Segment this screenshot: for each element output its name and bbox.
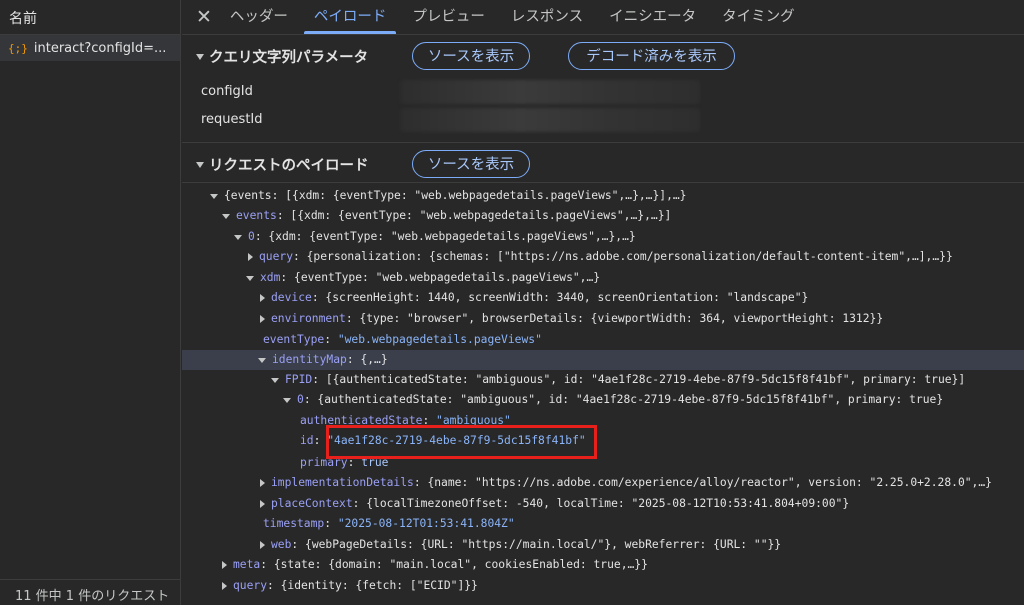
tree-row-meta[interactable]: meta: {state: {domain: "main.local", coo…: [222, 555, 648, 575]
tree-row-fpid[interactable]: FPID: [{authenticatedState: "ambiguous",…: [271, 370, 965, 390]
tab-response[interactable]: レスポンス: [511, 0, 583, 34]
request-detail-panel: ✕ ヘッダー ペイロード プレビュー レスポンス イニシエータ タイミング クエ…: [182, 0, 1024, 605]
tree-row-xdm[interactable]: xdm: {eventType: "web.webpagedetails.pag…: [246, 268, 600, 288]
expanded-triangle-icon: [246, 275, 254, 281]
tree-row-events[interactable]: events: [{xdm: {eventType: "web.webpaged…: [222, 206, 671, 226]
payload-title: リクエストのペイロード: [209, 158, 369, 174]
tree-row-device[interactable]: device: {screenHeight: 1440, screenWidth…: [260, 288, 808, 308]
tree-row-timestamp[interactable]: timestamp: "2025-08-12T01:53:41.804Z": [263, 514, 515, 534]
caret-down-icon: [196, 161, 204, 168]
section-divider: [182, 182, 1024, 183]
query-params-title: クエリ文字列パラメータ: [209, 50, 369, 66]
section-divider: [182, 142, 1024, 143]
collapsed-triangle-icon: [222, 561, 227, 569]
tree-row-root[interactable]: {events: [{xdm: {eventType: "web.webpage…: [210, 186, 687, 206]
expanded-triangle-icon: [222, 213, 230, 219]
close-icon[interactable]: ✕: [196, 7, 212, 27]
tab-initiator[interactable]: イニシエータ: [609, 0, 696, 34]
tab-timing[interactable]: タイミング: [722, 0, 795, 34]
request-list-panel: 名前 {;} interact?configId=... 11 件中 1 件のリ…: [0, 0, 181, 605]
tree-row-implementationdetails[interactable]: implementationDetails: {name: "https://n…: [260, 473, 992, 493]
detail-tab-bar: ✕ ヘッダー ペイロード プレビュー レスポンス イニシエータ タイミング: [182, 0, 1024, 35]
name-column-header[interactable]: 名前: [0, 0, 180, 35]
redacted-value: [400, 108, 700, 132]
collapsed-triangle-icon: [222, 582, 227, 590]
collapsed-triangle-icon: [260, 500, 265, 508]
tree-row-query[interactable]: query: {personalization: {schemas: ["htt…: [248, 247, 953, 267]
tree-row-query-root[interactable]: query: {identity: {fetch: ["ECID"]}}: [222, 576, 478, 596]
tree-row-environment[interactable]: environment: {type: "browser", browserDe…: [260, 309, 883, 329]
collapsed-triangle-icon: [260, 294, 265, 302]
expanded-triangle-icon: [258, 357, 266, 363]
param-name-configid: configId: [201, 84, 253, 99]
xhr-icon: {;}: [8, 41, 28, 55]
highlight-box: [326, 425, 597, 459]
expanded-triangle-icon: [283, 397, 291, 403]
collapsed-triangle-icon: [260, 541, 265, 549]
collapsed-triangle-icon: [248, 253, 253, 261]
tab-payload[interactable]: ペイロード: [303, 0, 396, 34]
collapsed-triangle-icon: [260, 479, 265, 487]
expanded-triangle-icon: [271, 377, 279, 383]
request-name: interact?configId=...: [33, 40, 167, 56]
redacted-value: [400, 80, 700, 104]
tree-row-eventtype[interactable]: eventType: "web.webpagedetails.pageViews…: [263, 330, 542, 350]
tree-row-events-0[interactable]: 0: {xdm: {eventType: "web.webpagedetails…: [234, 227, 636, 247]
payload-view-source-button[interactable]: ソースを表示: [412, 150, 530, 178]
tree-row-placecontext[interactable]: placeContext: {localTimezoneOffset: -540…: [260, 494, 849, 514]
collapsed-triangle-icon: [260, 315, 265, 323]
payload-section-header[interactable]: リクエストのペイロード: [196, 154, 369, 175]
param-name-requestid: requestId: [201, 112, 263, 127]
caret-down-icon: [196, 53, 204, 60]
query-params-section-header[interactable]: クエリ文字列パラメータ: [196, 46, 368, 67]
tab-preview[interactable]: プレビュー: [412, 0, 485, 34]
expanded-triangle-icon: [234, 234, 242, 240]
query-view-source-button[interactable]: ソースを表示: [412, 42, 530, 70]
tree-row-web[interactable]: web: {webPageDetails: {URL: "https://mai…: [260, 535, 781, 555]
tree-row-identitymap[interactable]: identityMap: {,…}: [182, 350, 1024, 370]
tab-headers[interactable]: ヘッダー: [230, 0, 288, 34]
tree-row-fpid-0[interactable]: 0: {authenticatedState: "ambiguous", id:…: [283, 390, 943, 410]
request-row[interactable]: {;} interact?configId=...: [0, 35, 180, 61]
request-count-status: 11 件中 1 件のリクエスト: [0, 579, 180, 605]
expanded-triangle-icon: [210, 193, 218, 199]
view-decoded-button[interactable]: デコード済みを表示: [568, 42, 735, 70]
